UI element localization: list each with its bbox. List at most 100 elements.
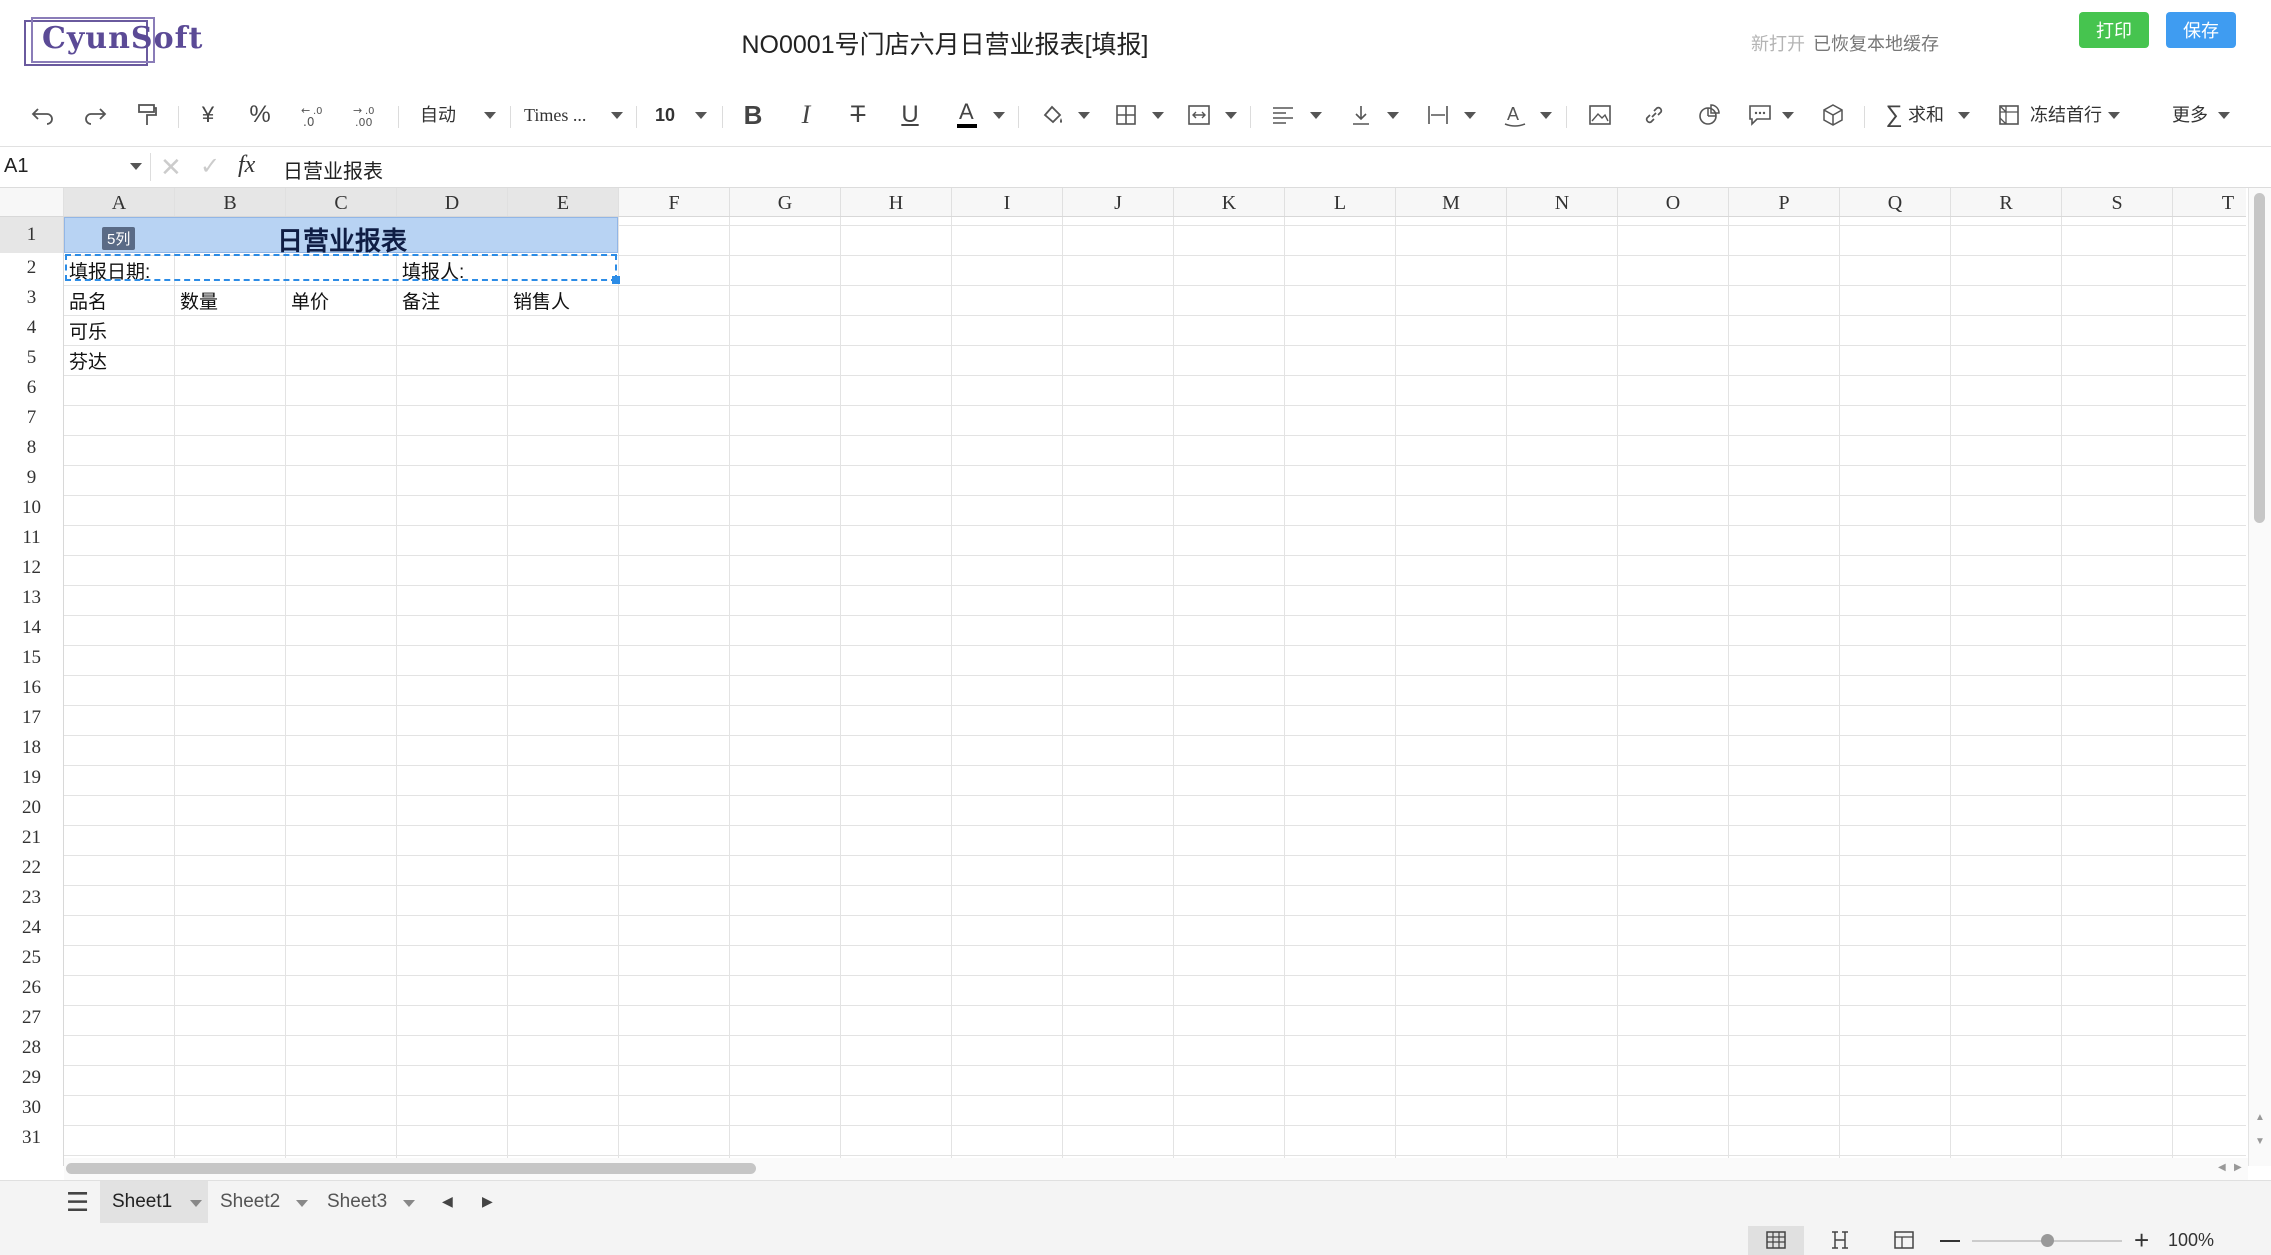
strikethrough-icon[interactable]: T (843, 98, 873, 132)
header-cell[interactable]: 数量 (180, 287, 218, 314)
text-rotate-icon[interactable]: A (1500, 98, 1530, 132)
zoom-slider-knob[interactable] (2041, 1234, 2054, 1247)
cancel-edit-icon[interactable]: ✕ (160, 152, 182, 183)
column-header-b[interactable]: B (175, 188, 286, 216)
format-painter-icon[interactable] (130, 98, 164, 132)
text-wrap-caret-icon[interactable] (1464, 112, 1476, 119)
row-header-12[interactable]: 12 (0, 553, 63, 583)
header-cell[interactable]: 品名 (69, 287, 107, 314)
row-header-28[interactable]: 28 (0, 1033, 63, 1063)
row-header-10[interactable]: 10 (0, 493, 63, 523)
row-header-17[interactable]: 17 (0, 703, 63, 733)
column-header-c[interactable]: C (286, 188, 397, 216)
horizontal-align-caret-icon[interactable] (1310, 112, 1322, 119)
header-cell[interactable]: 销售人 (513, 287, 570, 314)
all-sheets-menu-icon[interactable]: ☰ (66, 1187, 89, 1218)
border-caret-icon[interactable] (1152, 112, 1164, 119)
row-header-24[interactable]: 24 (0, 913, 63, 943)
column-header-l[interactable]: L (1285, 188, 1396, 216)
underline-icon[interactable]: U (895, 98, 925, 132)
row-header-1[interactable]: 1 (0, 217, 63, 253)
horizontal-scroll-thumb[interactable] (66, 1163, 756, 1174)
column-header-d[interactable]: D (397, 188, 508, 216)
sheet-tab-sheet2[interactable]: Sheet2 (208, 1181, 316, 1223)
row-header-14[interactable]: 14 (0, 613, 63, 643)
next-sheet-icon[interactable]: ▶ (482, 1193, 493, 1210)
text-wrap-icon[interactable] (1423, 98, 1453, 132)
row-header-18[interactable]: 18 (0, 733, 63, 763)
row-header-2[interactable]: 2 (0, 253, 63, 283)
prev-sheet-icon[interactable]: ◀ (442, 1193, 453, 1210)
insert-link-icon[interactable] (1639, 98, 1669, 132)
more-button[interactable]: 更多 (2172, 100, 2208, 130)
font-size-select[interactable]: 10 (655, 100, 675, 130)
row-header-15[interactable]: 15 (0, 643, 63, 673)
fill-color-icon[interactable] (1038, 98, 1068, 132)
header-cell[interactable]: 备注 (402, 287, 440, 314)
freeze-first-row-button[interactable]: 冻结首行 (2030, 100, 2102, 130)
fill-color-caret-icon[interactable] (1078, 112, 1090, 119)
vertical-scroll-thumb[interactable] (2254, 193, 2265, 523)
percent-icon[interactable]: % (243, 98, 277, 132)
font-size-caret-icon[interactable] (695, 112, 707, 119)
font-color-icon[interactable]: A (952, 98, 982, 132)
more-caret-icon[interactable] (2218, 112, 2230, 119)
data-verification-icon[interactable] (1818, 98, 1848, 132)
undo-icon[interactable] (26, 98, 60, 132)
header-cell[interactable]: 单价 (291, 287, 329, 314)
select-all-corner[interactable] (0, 188, 64, 216)
sum-caret-icon[interactable] (1958, 112, 1970, 119)
row-header-23[interactable]: 23 (0, 883, 63, 913)
column-header-h[interactable]: H (841, 188, 952, 216)
scroll-up-icon[interactable]: ▲ (2255, 1112, 2265, 1123)
comment-icon[interactable] (1745, 98, 1775, 132)
column-header-o[interactable]: O (1618, 188, 1729, 216)
cells-area[interactable]: 日营业报表 5列 填报日期: 填报人: 品名 数量 单价 备注 销售人 可乐 芬… (64, 217, 2246, 1166)
border-icon[interactable] (1111, 98, 1141, 132)
page-layout-view-icon[interactable] (1830, 1231, 1850, 1254)
column-header-k[interactable]: K (1174, 188, 1285, 216)
column-header-n[interactable]: N (1507, 188, 1618, 216)
item-cell[interactable]: 可乐 (69, 317, 107, 344)
sum-icon[interactable]: ∑ (1882, 98, 1906, 132)
vertical-align-icon[interactable] (1346, 98, 1376, 132)
column-header-f[interactable]: F (619, 188, 730, 216)
row-header-5[interactable]: 5 (0, 343, 63, 373)
freeze-icon[interactable] (1994, 98, 2024, 132)
confirm-edit-icon[interactable]: ✓ (200, 152, 220, 181)
decrease-decimal-icon[interactable]: ← .0.0 (296, 98, 330, 132)
italic-icon[interactable]: I (791, 98, 821, 132)
sum-button[interactable]: 求和 (1908, 100, 1944, 130)
row-header-27[interactable]: 27 (0, 1003, 63, 1033)
zoom-out-icon[interactable] (1940, 1240, 1960, 1242)
insert-chart-icon[interactable] (1694, 98, 1724, 132)
font-family-caret-icon[interactable] (611, 112, 623, 119)
name-box-caret-icon[interactable] (130, 163, 142, 170)
comment-caret-icon[interactable] (1782, 112, 1794, 119)
sheet-tab-caret-icon[interactable] (403, 1200, 415, 1207)
row-header-19[interactable]: 19 (0, 763, 63, 793)
scroll-down-icon[interactable]: ▼ (2255, 1136, 2265, 1147)
column-header-r[interactable]: R (1951, 188, 2062, 216)
normal-view-icon[interactable] (1766, 1231, 1786, 1254)
row-header-22[interactable]: 22 (0, 853, 63, 883)
sheet-tab-sheet3[interactable]: Sheet3 (315, 1181, 423, 1223)
currency-icon[interactable]: ¥ (193, 98, 223, 132)
merge-cells-icon[interactable] (1184, 98, 1214, 132)
sheet-tab-sheet1[interactable]: Sheet1 (100, 1181, 208, 1223)
merge-cells-caret-icon[interactable] (1225, 112, 1237, 119)
column-header-m[interactable]: M (1396, 188, 1507, 216)
sheet-tab-caret-icon[interactable] (296, 1200, 308, 1207)
horizontal-scrollbar[interactable]: ◀ ▶ (64, 1158, 2248, 1180)
column-header-g[interactable]: G (730, 188, 841, 216)
column-header-t[interactable]: T (2173, 188, 2246, 216)
print-button[interactable]: 打印 (2079, 12, 2149, 48)
row-header-20[interactable]: 20 (0, 793, 63, 823)
text-rotate-caret-icon[interactable] (1540, 112, 1552, 119)
row-header-3[interactable]: 3 (0, 283, 63, 313)
horizontal-align-icon[interactable] (1268, 98, 1298, 132)
column-header-a[interactable]: A (64, 188, 175, 216)
freeze-caret-icon[interactable] (2108, 112, 2120, 119)
vertical-align-caret-icon[interactable] (1387, 112, 1399, 119)
column-header-j[interactable]: J (1063, 188, 1174, 216)
